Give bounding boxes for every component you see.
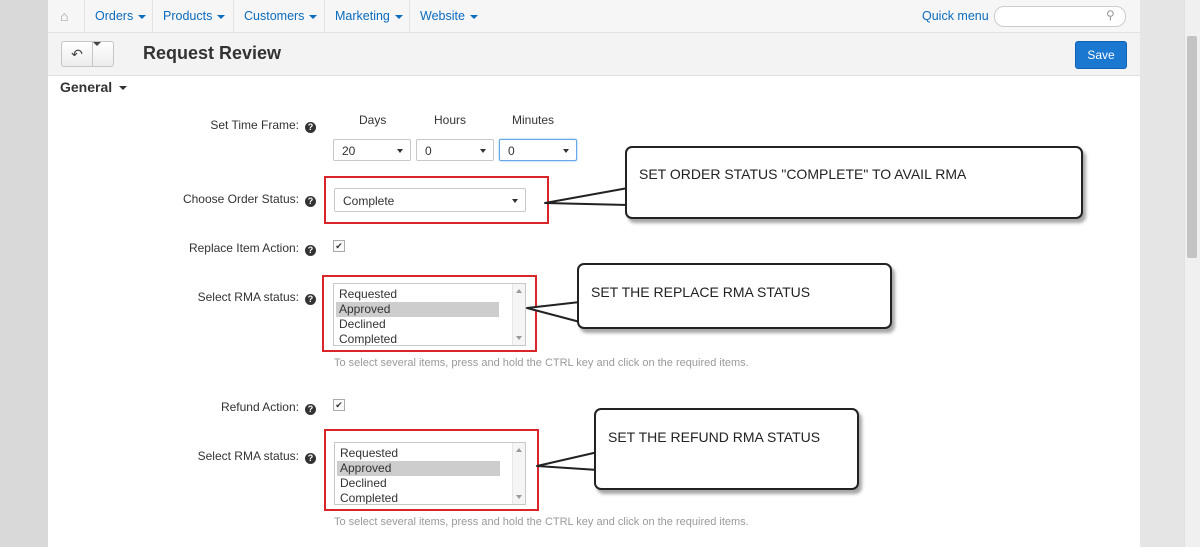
callout-replace-rma: SET THE REPLACE RMA STATUS [577, 263, 892, 329]
callout-pointer-3 [536, 451, 599, 471]
callout-pointer-1 [544, 187, 629, 206]
callout-refund-rma: SET THE REFUND RMA STATUS [594, 408, 859, 490]
callout-order-status: SET ORDER STATUS "COMPLETE" TO AVAIL RMA [625, 146, 1083, 219]
callout-pointer-2 [526, 301, 581, 323]
